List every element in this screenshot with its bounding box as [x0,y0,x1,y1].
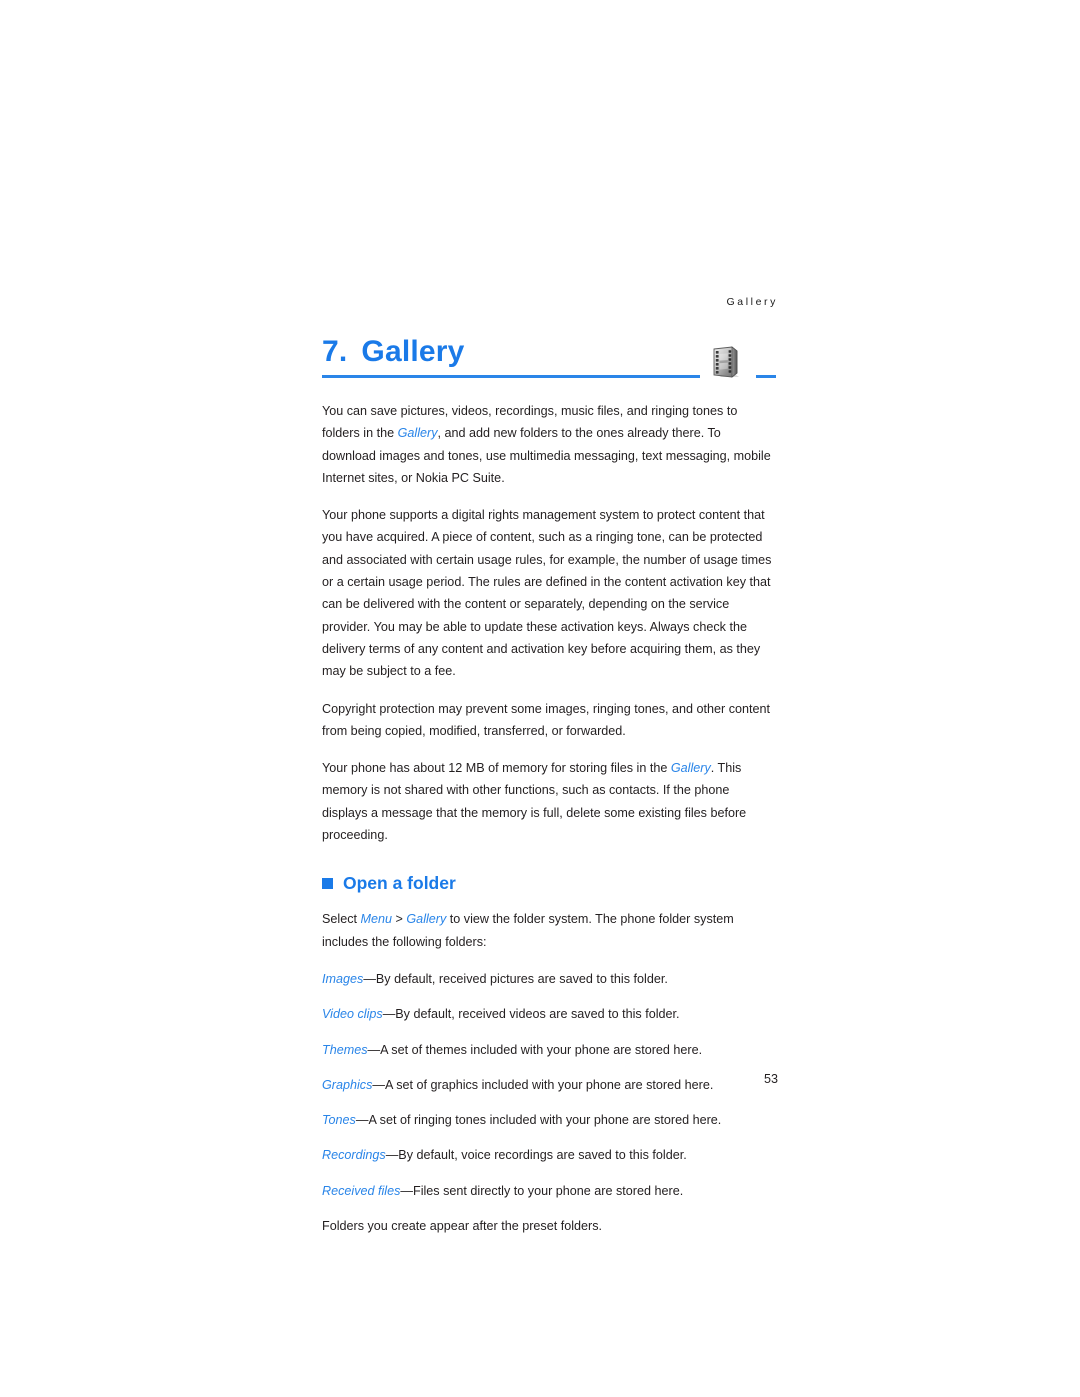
folder-separator: — [355,1113,369,1128]
paragraph-copyright: Copyright protection may prevent some im… [322,698,774,743]
folder-list-item: Images—By default, received pictures are… [322,968,774,990]
emphasized-term: Gallery [406,912,447,927]
document-page: Gallery 7. Gallery You can save pictures… [0,0,1080,1397]
text-run: Your phone supports a digital rights man… [322,508,772,679]
folder-list-item: Received files—Files sent directly to yo… [322,1180,774,1202]
text-run: Select [322,912,361,927]
folder-list-item: Themes—A set of themes included with you… [322,1039,774,1061]
document-body: You can save pictures, videos, recording… [322,400,774,1237]
folder-name: Tones [322,1113,356,1128]
folder-name: Images [322,971,364,986]
page-title: 7. Gallery [322,334,465,370]
text-run: Your phone has about 12 MB of memory for… [322,761,671,776]
section-heading-label: Open a folder [343,873,456,894]
text-run: > [392,912,407,927]
folder-list-item: Tones—A set of ringing tones included wi… [322,1109,774,1131]
folder-description: By default, received pictures are saved … [375,971,668,986]
paragraph-section-intro: Select Menu > Gallery to view the folder… [322,908,774,953]
folder-description: By default, received videos are saved to… [395,1007,680,1022]
section-heading-open-a-folder: Open a folder [322,872,774,894]
chapter-rule-stub [756,375,776,378]
folder-description: A set of ringing tones included with you… [368,1113,722,1128]
chapter-header: 7. Gallery [322,334,778,388]
film-strip-icon [706,342,746,382]
text-run: Copyright protection may prevent some im… [322,701,771,738]
folder-name: Recordings [322,1148,386,1163]
emphasized-term: Menu [360,912,393,927]
folder-separator: — [363,971,376,986]
paragraph-drm: Your phone supports a digital rights man… [322,504,774,682]
emphasized-term: Gallery [397,426,438,441]
chapter-title-text: Gallery [361,335,465,368]
folder-name: Themes [322,1042,368,1057]
folder-name: Received files [322,1183,401,1198]
emphasized-term: Gallery [670,761,711,776]
running-head: Gallery [726,296,778,308]
folder-description: By default, voice recordings are saved t… [398,1148,687,1163]
paragraph-memory: Your phone has about 12 MB of memory for… [322,757,774,846]
folder-list-item: Recordings—By default, voice recordings … [322,1144,774,1166]
folder-description: Files sent directly to your phone are st… [413,1183,684,1198]
folder-separator: — [382,1007,396,1022]
chapter-rule [322,375,700,378]
folder-name: Video clips [322,1007,383,1022]
folder-description: A set of themes included with your phone… [380,1042,703,1057]
chapter-number: 7. [322,335,348,368]
folder-list-item: Video clips—By default, received videos … [322,1003,774,1025]
folder-separator: — [385,1148,399,1163]
square-bullet-icon [322,877,333,889]
folder-separator: — [400,1183,413,1198]
paragraph-closing-note: Folders you create appear after the pres… [322,1219,603,1234]
page-number: 53 [763,1072,778,1086]
paragraph-intro: You can save pictures, videos, recording… [322,400,774,489]
folder-separator: — [367,1042,381,1057]
